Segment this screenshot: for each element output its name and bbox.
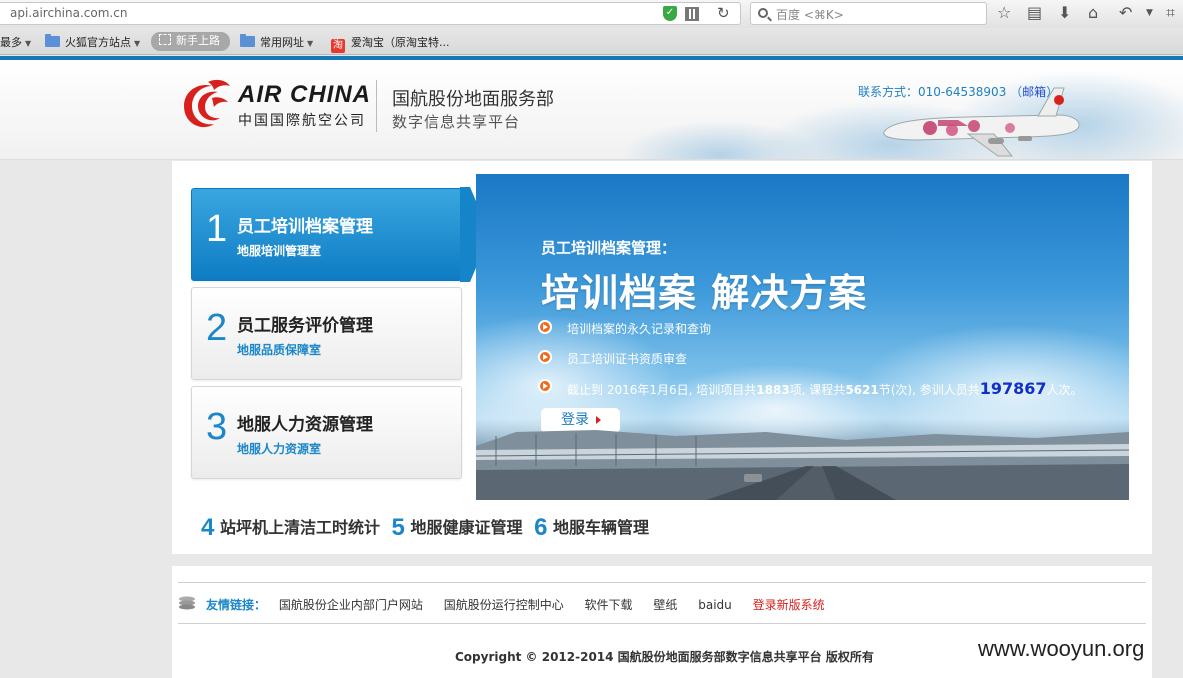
feature-banner: 员工培训档案管理： 培训档案 解决方案 培训档案的永久记录和查询 员工培训证书资… — [476, 174, 1129, 500]
banner-feature-text: 培训档案的永久记录和查询 — [567, 322, 712, 336]
stat-courses: 5621 — [845, 383, 879, 397]
stat-mid: 节(次), 参训人员共 — [878, 383, 980, 397]
quick-links: 4 站坪机上清洁工时统计 5 地服健康证管理 6 地服车辆管理 — [201, 514, 655, 542]
quick-link-number: 4 — [201, 514, 215, 541]
banner-feature-text: 员工培训证书资质审查 — [567, 352, 688, 366]
stat-people: 197867 — [979, 379, 1047, 398]
site-header: AIR CHINA 中国国際航空公司 国航股份地面服务部 数字信息共享平台 联系… — [0, 60, 1183, 160]
browser-toolbar: api.airchina.com.cn ✓ ↻ 百度 <⌘K> ☆ ▤ ⬇ ⌂ … — [0, 0, 1183, 28]
stat-suffix: 人次。 — [1046, 383, 1083, 397]
security-shield-icon[interactable]: ✓ — [663, 6, 677, 21]
download-icon[interactable]: ⬇ — [1058, 3, 1071, 23]
quick-link-number: 5 — [391, 514, 405, 541]
home-icon[interactable]: ⌂ — [1088, 3, 1098, 23]
banner-feature: 培训档案的永久记录和查询 — [538, 320, 712, 337]
menu-item-training-records[interactable]: 1 员工培训档案管理 地服培训管理室 — [191, 188, 462, 281]
chevron-down-icon: ▼ — [134, 39, 141, 48]
search-input[interactable]: 百度 <⌘K> — [776, 6, 844, 23]
reload-icon[interactable]: ↻ — [717, 4, 730, 22]
search-bar[interactable]: 百度 <⌘K> — [750, 2, 987, 25]
bookmark-label: 爱淘宝（原淘宝特... — [351, 36, 450, 49]
department-title: 国航股份地面服务部 — [392, 89, 554, 110]
bookmarks-bar: 最多 ▼ 火狐官方站点 ▼ 新手上路 常用网址 ▼ 淘爱淘宝（原淘宝特... — [0, 28, 1183, 55]
footer-divider — [178, 623, 1146, 624]
address-bar[interactable]: api.airchina.com.cn ✓ ↻ — [0, 2, 741, 25]
brand-name-cn: 中国国際航空公司 — [238, 113, 366, 129]
banner-title: 培训档案 解决方案 — [541, 271, 868, 315]
quick-link-number: 6 — [534, 514, 548, 541]
bookmark-common-sites[interactable]: 常用网址 ▼ — [240, 34, 313, 50]
brand-name-en: AIR CHINA — [238, 81, 371, 108]
bookmark-firefox-official[interactable]: 火狐官方站点 ▼ — [45, 34, 140, 50]
footer-divider — [178, 582, 1146, 583]
menu-number: 2 — [206, 307, 228, 349]
platform-subtitle: 数字信息共享平台 — [392, 113, 521, 131]
history-dropdown-icon[interactable]: ▼ — [1146, 3, 1153, 23]
orange-arrow-bullet-icon — [538, 379, 552, 393]
menu-subtitle: 地服品质保障室 — [237, 343, 322, 357]
chevron-down-icon: ▼ — [25, 39, 32, 48]
bookmark-label: 最多 — [0, 36, 22, 49]
stat-mid: 项, 课程共 — [789, 383, 846, 397]
orange-arrow-bullet-icon — [538, 350, 552, 364]
back-history-icon[interactable]: ↶ — [1119, 3, 1132, 23]
menu-title: 地服人力资源管理 — [237, 415, 373, 435]
menu-title: 员工服务评价管理 — [237, 316, 373, 336]
bookmark-label: 火狐官方站点 — [65, 36, 131, 49]
footer-link-software-download[interactable]: 软件下载 — [585, 598, 633, 612]
quick-link-health-certificate[interactable]: 5 地服健康证管理 — [392, 514, 523, 541]
banner-label: 员工培训档案管理： — [541, 239, 677, 257]
copyright-text: Copyright © 2012-2014 国航股份地面服务部数字信息共享平台 … — [455, 650, 874, 664]
menu-item-human-resources[interactable]: 3 地服人力资源管理 地服人力资源室 — [191, 386, 462, 479]
stack-layers-icon — [179, 596, 195, 610]
bookmark-most-visited[interactable]: 最多 ▼ — [0, 34, 31, 50]
bookmark-taobao[interactable]: 淘爱淘宝（原淘宝特... — [331, 34, 450, 53]
getting-started-icon — [159, 34, 171, 45]
stat-projects: 1883 — [756, 383, 790, 397]
menu-item-service-evaluation[interactable]: 2 员工服务评价管理 地服品质保障室 — [191, 287, 462, 380]
crop-icon[interactable]: ⌗ — [1166, 3, 1175, 23]
banner-statistics: 截止到 2016年1月6日, 培训项目共1883项, 课程共5621节(次), … — [538, 379, 1083, 398]
footer-link-operations-control[interactable]: 国航股份运行控制中心 — [444, 598, 564, 612]
qr-code-icon[interactable] — [685, 7, 699, 21]
airplane-illustration — [883, 87, 1080, 157]
bookmark-label: 新手上路 — [176, 34, 220, 47]
menu-number: 3 — [206, 406, 228, 448]
friendly-links: 友情链接： 国航股份企业内部门户网站 国航股份运行控制中心 软件下载 壁纸 ba… — [206, 596, 842, 613]
quick-link-label: 站坪机上清洁工时统计 — [219, 518, 380, 537]
new-system-login-link[interactable]: 登录新版系统 — [753, 598, 825, 612]
bookmark-getting-started[interactable]: 新手上路 — [151, 32, 230, 51]
reading-list-icon[interactable]: ▤ — [1027, 3, 1042, 23]
menu-number: 1 — [206, 208, 228, 250]
banner-feature: 员工培训证书资质审查 — [538, 350, 688, 367]
chevron-down-icon: ▼ — [307, 39, 314, 48]
url-text[interactable]: api.airchina.com.cn — [10, 6, 127, 20]
menu-subtitle: 地服培训管理室 — [237, 244, 322, 258]
footer-link-wallpaper[interactable]: 壁纸 — [653, 598, 677, 612]
bookmark-label: 常用网址 — [260, 36, 304, 49]
menu-subtitle: 地服人力资源室 — [237, 442, 322, 456]
quick-link-label: 地服车辆管理 — [553, 518, 650, 537]
quick-link-label: 地服健康证管理 — [410, 518, 523, 537]
quick-link-vehicle-management[interactable]: 6 地服车辆管理 — [534, 514, 650, 541]
footer-link-intranet-portal[interactable]: 国航股份企业内部门户网站 — [279, 598, 423, 612]
quick-link-cleaning-hours[interactable]: 4 站坪机上清洁工时统计 — [201, 514, 380, 541]
footer-link-baidu[interactable]: baidu — [698, 598, 732, 612]
air-china-phoenix-logo-icon — [184, 79, 230, 128]
friendly-links-label: 友情链接： — [206, 598, 267, 612]
folder-icon — [240, 34, 255, 47]
search-icon — [758, 8, 768, 18]
brand-divider — [376, 80, 377, 132]
bookmark-star-icon[interactable]: ☆ — [997, 3, 1011, 23]
taobao-icon: 淘 — [331, 39, 345, 53]
orange-arrow-bullet-icon — [538, 320, 552, 334]
menu-title: 员工培训档案管理 — [237, 217, 373, 237]
stat-prefix: 截止到 2016年1月6日, 培训项目共 — [567, 383, 757, 397]
airport-terminal-illustration — [476, 430, 1129, 500]
watermark-text: www.wooyun.org — [978, 636, 1145, 661]
folder-icon — [45, 34, 60, 47]
